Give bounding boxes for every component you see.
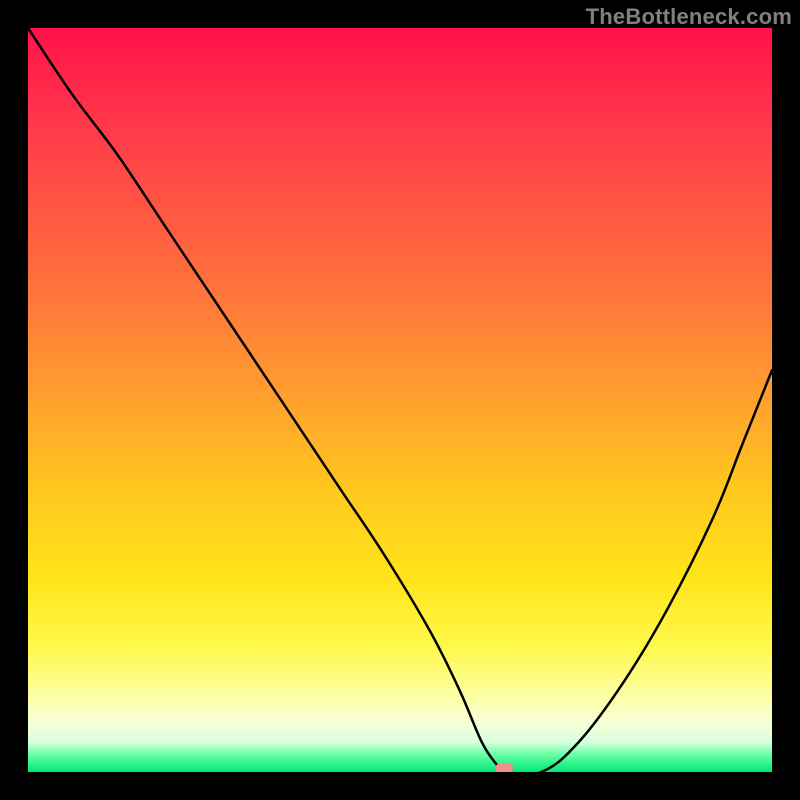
chart-svg: [28, 28, 772, 772]
chart-container: TheBottleneck.com: [0, 0, 800, 800]
optimum-marker: [495, 763, 513, 772]
plot-area: [28, 28, 772, 772]
watermark-text: TheBottleneck.com: [586, 4, 792, 30]
bottleneck-curve: [28, 28, 772, 772]
